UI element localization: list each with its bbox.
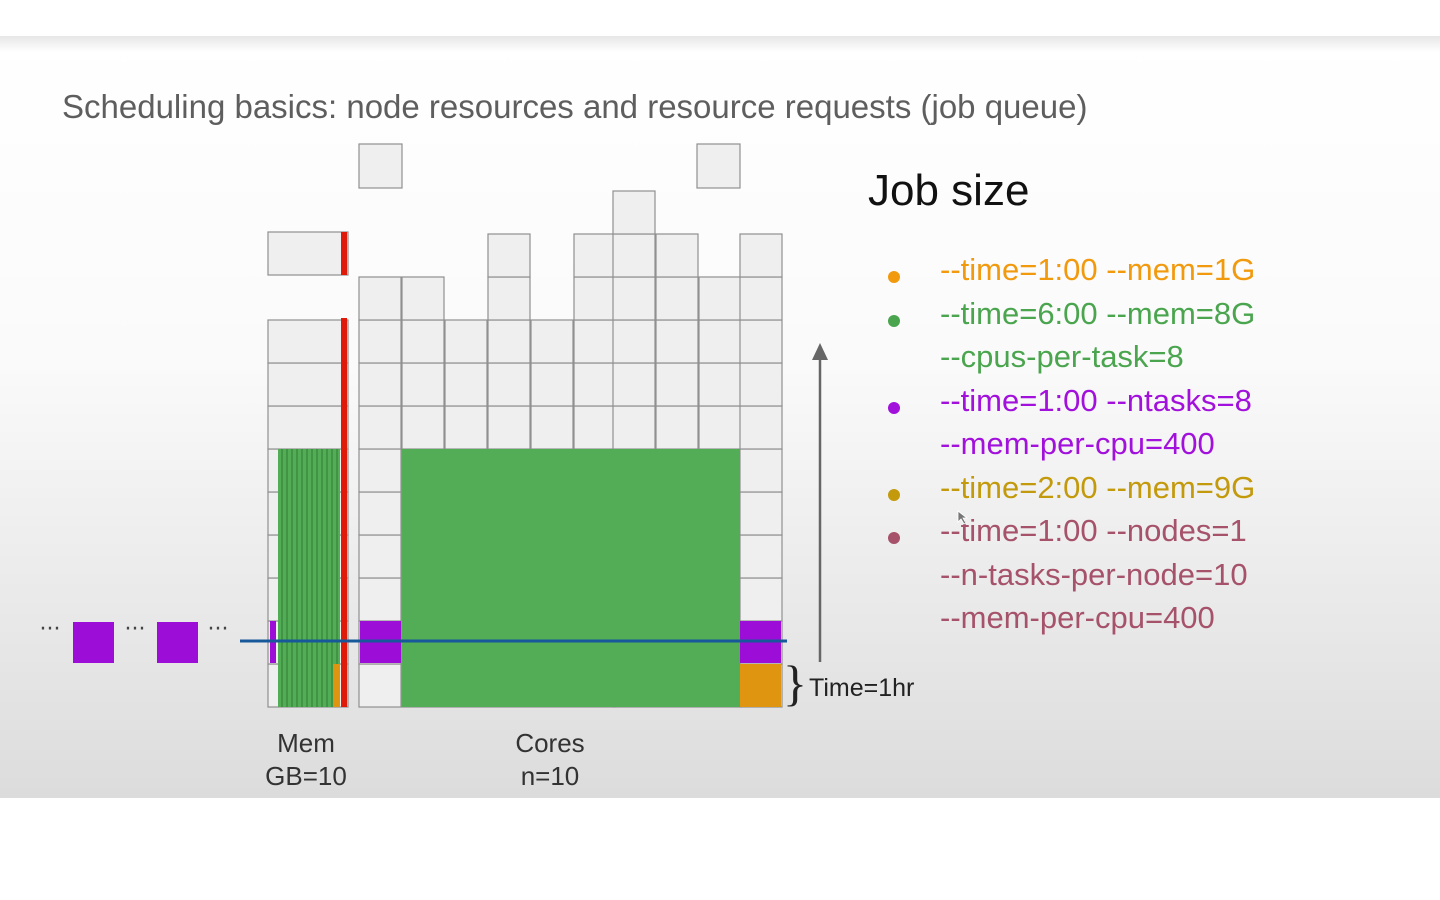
core-cell <box>655 319 699 364</box>
queue-ellipsis: ··· <box>208 617 229 642</box>
queue-ellipses: ··· ··· ··· <box>40 617 229 642</box>
legend-entry-line: --time=1:00 --mem=1G <box>940 252 1256 287</box>
core-cell <box>573 405 617 450</box>
mem-capacity-label: GB=10 <box>265 761 347 791</box>
bullet-icon <box>888 532 900 544</box>
orange-memory-bar <box>333 664 340 707</box>
core-cell <box>401 362 445 407</box>
legend-entry-line: --mem-per-cpu=400 <box>940 426 1215 461</box>
bullet-icon <box>888 401 900 414</box>
core-cell <box>401 405 445 450</box>
core-cell <box>573 362 617 407</box>
queued-purple-job <box>73 622 114 663</box>
red-memory-bar <box>341 232 347 275</box>
core-cell <box>358 319 402 364</box>
memory-cell <box>267 405 349 450</box>
core-cell <box>612 276 656 321</box>
time-label: Time=1hr <box>809 674 914 702</box>
core-cell <box>358 663 402 708</box>
legend-entry-line: --n-tasks-per-node=10 <box>940 556 1248 592</box>
core-cell <box>655 405 699 450</box>
core-cell <box>487 319 531 364</box>
core-cell <box>530 362 574 407</box>
axis-labels: Mem GB=10 Cores n=10 <box>265 728 585 791</box>
core-cell <box>358 534 402 579</box>
core-cell <box>444 319 488 364</box>
core-cell <box>655 276 699 321</box>
legend-title: Job size <box>868 166 1030 215</box>
core-cell <box>698 362 742 407</box>
queue-ellipsis: ··· <box>125 617 146 642</box>
core-cell <box>739 405 783 450</box>
queued-job-box <box>696 143 741 189</box>
memory-cell <box>267 362 349 407</box>
core-cell <box>487 405 531 450</box>
core-cell <box>739 276 783 321</box>
core-cell <box>739 448 783 493</box>
core-cell <box>739 577 783 622</box>
core-cell <box>698 276 742 321</box>
core-cell <box>358 491 402 536</box>
memory-cell <box>267 319 349 364</box>
core-cell <box>573 319 617 364</box>
core-cell <box>358 276 402 321</box>
legend-entry-line: --cpus-per-task=8 <box>940 339 1184 374</box>
core-cell <box>698 319 742 364</box>
green-job-block <box>402 449 740 707</box>
red-memory-bar <box>341 318 347 707</box>
core-cell <box>487 362 531 407</box>
legend-entry-line: --time=6:00 --mem=8G <box>940 295 1256 331</box>
core-cell <box>655 233 699 278</box>
core-cell <box>573 276 617 321</box>
queue-ellipsis: ··· <box>40 617 61 642</box>
core-cell <box>612 233 656 278</box>
cores-label: Cores <box>515 728 584 758</box>
core-cell <box>401 319 445 364</box>
time-brace-icon: } <box>783 655 807 711</box>
core-cell <box>573 233 617 278</box>
bullet-icon <box>888 271 900 283</box>
core-cell <box>358 405 402 450</box>
bullet-icon <box>888 314 900 327</box>
core-cell <box>739 233 783 278</box>
core-cell <box>487 233 531 278</box>
legend-entry-line: --time=1:00 --nodes=1 <box>940 513 1247 548</box>
mem-label: Mem <box>277 728 335 758</box>
memory-cell <box>267 231 349 276</box>
mouse-cursor-icon <box>957 510 969 525</box>
core-cell <box>655 362 699 407</box>
core-cell <box>444 405 488 450</box>
legend-entry-line: --mem-per-cpu=400 <box>940 600 1215 635</box>
queued-purple-job <box>157 622 198 663</box>
legend-entry-line: --time=2:00 --mem=9G <box>940 469 1256 505</box>
time-arrow-head-icon <box>812 343 828 360</box>
core-cell <box>739 362 783 407</box>
floating-queue-boxes <box>358 143 741 189</box>
core-cell <box>612 190 656 235</box>
queued-job-box <box>358 143 403 189</box>
core-cell <box>612 362 656 407</box>
core-cell <box>739 534 783 579</box>
core-cell <box>358 448 402 493</box>
legend-entry-line: --time=1:00 --ntasks=8 <box>940 382 1252 418</box>
core-cell <box>530 319 574 364</box>
bullet-icon <box>888 488 900 501</box>
core-cell <box>739 319 783 364</box>
cores-count-label: n=10 <box>521 761 580 791</box>
time-axis: } Time=1hr <box>783 343 914 711</box>
core-cell <box>444 362 488 407</box>
orange-job-cell <box>740 664 781 707</box>
core-cell <box>612 405 656 450</box>
core-cell <box>487 276 531 321</box>
core-cell <box>401 276 445 321</box>
core-cell <box>530 405 574 450</box>
core-cell <box>358 362 402 407</box>
core-cell <box>739 491 783 536</box>
scheduling-diagram: } Time=1hr Mem GB=10 Cores n=10 ··· ··· … <box>40 143 914 791</box>
core-cell <box>698 405 742 450</box>
core-cell <box>358 577 402 622</box>
core-cell <box>612 319 656 364</box>
